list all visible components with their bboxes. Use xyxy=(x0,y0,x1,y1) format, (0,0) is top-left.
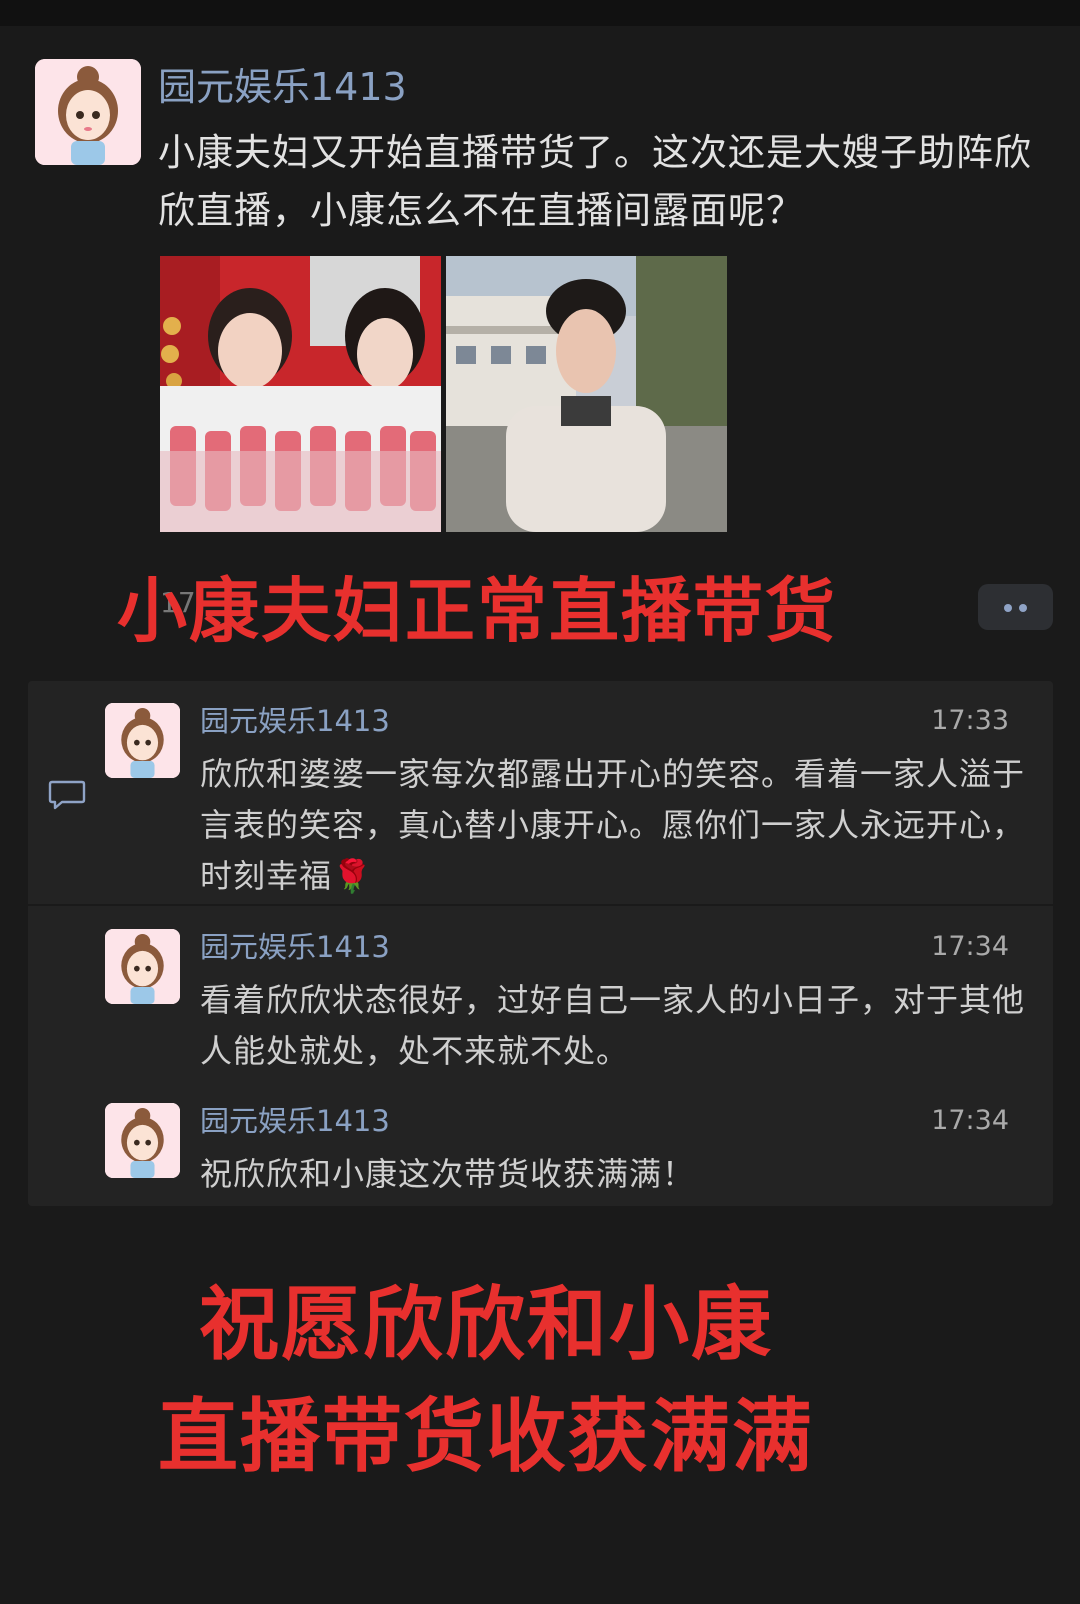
dot-icon xyxy=(1019,604,1027,612)
post-text: 小康夫妇又开始直播带货了。这次还是大嫂子助阵欣欣直播，小康怎么不在直播间露面呢？ xyxy=(158,131,1032,232)
comment-author[interactable]: 园元娱乐1413 xyxy=(200,701,390,741)
comment-divider xyxy=(28,904,1053,906)
post-author[interactable]: 园元娱乐1413 xyxy=(158,60,407,114)
post-image-livestream[interactable] xyxy=(160,256,441,532)
avatar-girl-icon xyxy=(35,59,141,165)
comments-panel: 园元娱乐1413 17:33 欣欣和婆婆一家每次都露出开心的笑容。看着一家人溢于… xyxy=(28,681,1053,1206)
avatar-girl-icon xyxy=(105,929,180,1004)
comment-time: 17:34 xyxy=(931,931,1009,962)
dot-icon xyxy=(1004,604,1012,612)
comment-author[interactable]: 园元娱乐1413 xyxy=(200,1101,390,1141)
comment-avatar[interactable] xyxy=(105,1103,180,1178)
overlay-caption-2-line-1: 祝愿欣欣和小康 xyxy=(199,1278,773,1371)
comment-time: 17:33 xyxy=(931,705,1009,736)
comment-author[interactable]: 园元娱乐1413 xyxy=(200,927,390,967)
comment-time: 17:34 xyxy=(931,1105,1009,1136)
post-avatar[interactable] xyxy=(35,59,141,165)
comment-bubble-icon[interactable] xyxy=(48,779,86,811)
comment-avatar[interactable] xyxy=(105,703,180,778)
status-bar xyxy=(0,0,1080,26)
overlay-caption-1: 小康夫妇正常直播带货 xyxy=(117,570,837,652)
comment-text: 看着欣欣状态很好，过好自己一家人的小日子，对于其他人能处就处，处不来就不处。 xyxy=(200,981,1026,1070)
comment-text: 欣欣和婆婆一家每次都露出开心的笑容。看着一家人溢于言表的笑容，真心替小康开心。愿… xyxy=(200,755,1026,895)
comment-avatar[interactable] xyxy=(105,929,180,1004)
more-options-button[interactable] xyxy=(978,584,1053,630)
avatar-girl-icon xyxy=(105,703,180,778)
comment-text: 祝欣欣和小康这次带货收获满满！ xyxy=(200,1155,696,1193)
overlay-caption-2-line-2: 直播带货收获满满 xyxy=(158,1390,814,1483)
avatar-girl-icon xyxy=(105,1103,180,1178)
post-image-outdoor[interactable] xyxy=(446,256,727,532)
